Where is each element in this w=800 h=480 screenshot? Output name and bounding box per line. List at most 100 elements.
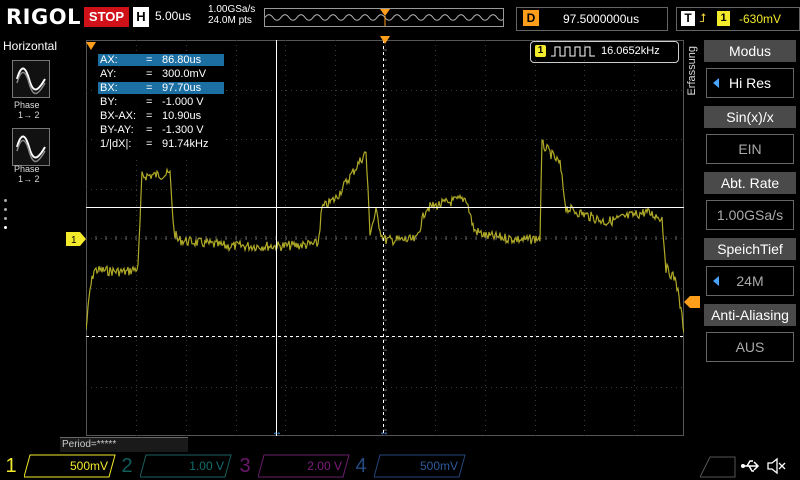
cursor-key: AY: xyxy=(100,68,117,80)
cursor-equals: = xyxy=(146,82,153,94)
cursor-value: 97.70us xyxy=(162,82,202,94)
menu-title-memory-depth: SpeichTief xyxy=(704,238,796,260)
sinx-softkey[interactable]: EIN xyxy=(706,134,794,164)
trigger-channel: 1 xyxy=(717,11,730,26)
memory-points: 24.0M pts xyxy=(208,15,252,26)
channel-4-box[interactable]: 4 500mV xyxy=(350,454,466,478)
brand-logo: RIGOL xyxy=(6,5,81,29)
cursor-a-handle-icon: ↔ xyxy=(272,427,282,436)
svg-text:1: 1 xyxy=(71,235,77,246)
cursor-equals: = xyxy=(146,124,153,136)
timebase-display[interactable]: H 5.00us xyxy=(133,7,203,27)
cursor-value: 86.80us xyxy=(162,54,202,66)
cursor-equals: = xyxy=(146,96,153,108)
channel-1-scale: 500mV xyxy=(69,459,108,473)
trigger-position-bar[interactable] xyxy=(264,8,504,27)
menu-title-sinx: Sin(x)/x xyxy=(704,106,796,128)
square-wave-icon xyxy=(551,46,595,57)
cursor-row: 1/|dX|: = 91.74kHz xyxy=(98,138,224,150)
page-dot xyxy=(4,217,7,220)
freq-channel: 1 xyxy=(535,45,546,57)
cursor-equals: = xyxy=(146,68,153,80)
memory-depth-value: 24M xyxy=(736,273,764,289)
trigger-level-marker-icon[interactable] xyxy=(684,296,700,308)
trigger-display[interactable]: T ⮥ 1 -630mV xyxy=(676,7,800,31)
phase-label-2-sub: 1→ 2 xyxy=(18,174,40,184)
phase-sine-icon xyxy=(16,135,46,163)
channel-2-number: 2 xyxy=(121,455,133,477)
trigger-letter: T xyxy=(681,11,695,26)
cursor-row: BX-AX: = 10.90us xyxy=(98,110,224,122)
speaker-mute-icon[interactable] xyxy=(766,457,786,475)
menu-title-mode: Modus xyxy=(704,40,796,62)
channel-2-scale: 1.00 V xyxy=(189,459,224,473)
acquire-menu: Modus Hi Res Sin(x)/x EIN Abt. Rate 1.00… xyxy=(704,40,796,370)
channel-4-scale: 500mV xyxy=(419,459,458,473)
phase-sine-icon xyxy=(16,67,46,95)
channel-3-number: 3 xyxy=(239,455,251,477)
usb-icon xyxy=(741,460,760,472)
anti-aliasing-value: AUS xyxy=(735,339,765,355)
selector-arrow-icon xyxy=(713,276,719,286)
delay-letter: D xyxy=(523,10,539,26)
page-dot-active xyxy=(4,226,7,229)
menu-side-label: Erfassung xyxy=(686,46,698,96)
phase-label-2-title: Phase xyxy=(14,164,40,174)
waveform-overview xyxy=(265,9,503,26)
delay-value: 97.5000000us xyxy=(563,12,640,26)
cursor-key: BY: xyxy=(100,96,118,108)
cursor-key: BX: xyxy=(100,82,118,94)
cursor-row: BY-AY: = -1.300 V xyxy=(98,124,224,136)
panel-title: Horizontal xyxy=(3,39,58,53)
delay-display[interactable]: D 97.5000000us xyxy=(516,7,668,31)
cursor-readout-panel: AX: = 86.80us AY: = 300.0mV BX: = 97.70u… xyxy=(96,52,226,156)
page-dot xyxy=(4,199,7,202)
channel-3-scale: 2.00 V xyxy=(307,459,342,473)
cursor-key: BY-AY: xyxy=(100,124,134,136)
menu-title-sample-rate: Abt. Rate xyxy=(704,172,796,194)
memory-depth-softkey[interactable]: 24M xyxy=(706,266,794,296)
sample-rate-readout: 1.00GSa/s 24.0M pts xyxy=(208,4,255,26)
cursor-value: 10.90us xyxy=(162,110,202,122)
timebase-letter: H xyxy=(133,7,149,27)
phase-button-1[interactable] xyxy=(12,60,50,98)
sinx-value: EIN xyxy=(738,141,762,157)
page-dot xyxy=(4,208,7,211)
phase-label-1-title: Phase xyxy=(14,100,40,110)
channel-bar: 1 500mV 2 1.00 V 3 2.00 V 4 500mV xyxy=(0,452,800,480)
phase-label-1-sub: 1→ 2 xyxy=(18,110,40,120)
top-status-bar: RIGOL STOP H 5.00us 1.00GSa/s 24.0M pts … xyxy=(0,0,800,36)
cursor-b-handle-icon: ↔ xyxy=(379,427,389,436)
cursor-value: 300.0mV xyxy=(162,68,207,80)
channel-1-ground-marker[interactable]: 1 xyxy=(66,232,86,246)
mode-value: Hi Res xyxy=(728,75,771,91)
channel-1-trace xyxy=(85,139,685,334)
freq-value: 16.0652kHz xyxy=(601,45,660,57)
run-stop-indicator[interactable]: STOP xyxy=(84,7,129,27)
channel-1-number: 1 xyxy=(5,455,17,477)
channel-4-number: 4 xyxy=(355,455,367,477)
channel-2-box[interactable]: 2 1.00 V xyxy=(116,454,232,478)
cursor-row: AX: = 86.80us xyxy=(98,54,224,66)
anti-aliasing-softkey[interactable]: AUS xyxy=(706,332,794,362)
measurement-period[interactable]: Period=***** xyxy=(60,437,188,452)
channel-3-box[interactable]: 3 2.00 V xyxy=(234,454,350,478)
frequency-counter[interactable]: 1 16.0652kHz xyxy=(530,41,679,63)
sample-rate: 1.00GSa/s xyxy=(208,4,256,15)
sample-rate-softkey[interactable]: 1.00GSa/s xyxy=(706,200,794,230)
mode-softkey[interactable]: Hi Res xyxy=(706,68,794,98)
channel-1-box[interactable]: 1 500mV xyxy=(0,454,116,478)
cursor-key: BX-AX: xyxy=(100,110,137,122)
selector-arrow-icon xyxy=(713,78,719,88)
phase-label-1: Phase 1→ 2 xyxy=(14,100,40,120)
horizontal-panel: Horizontal Phase 1→ 2 Phase 1→ 2 xyxy=(0,36,62,456)
cursor-value: 91.74kHz xyxy=(162,138,209,150)
cursor-key: 1/|dX|: xyxy=(100,138,132,150)
trigger-position-marker-icon xyxy=(380,36,390,44)
phase-label-2: Phase 1→ 2 xyxy=(14,164,40,184)
bottom-right-frame xyxy=(700,456,736,478)
cursor-key: AX: xyxy=(100,54,118,66)
phase-button-2[interactable] xyxy=(12,128,50,166)
cursor-equals: = xyxy=(146,54,153,66)
cursor-row: AY: = 300.0mV xyxy=(98,68,224,80)
